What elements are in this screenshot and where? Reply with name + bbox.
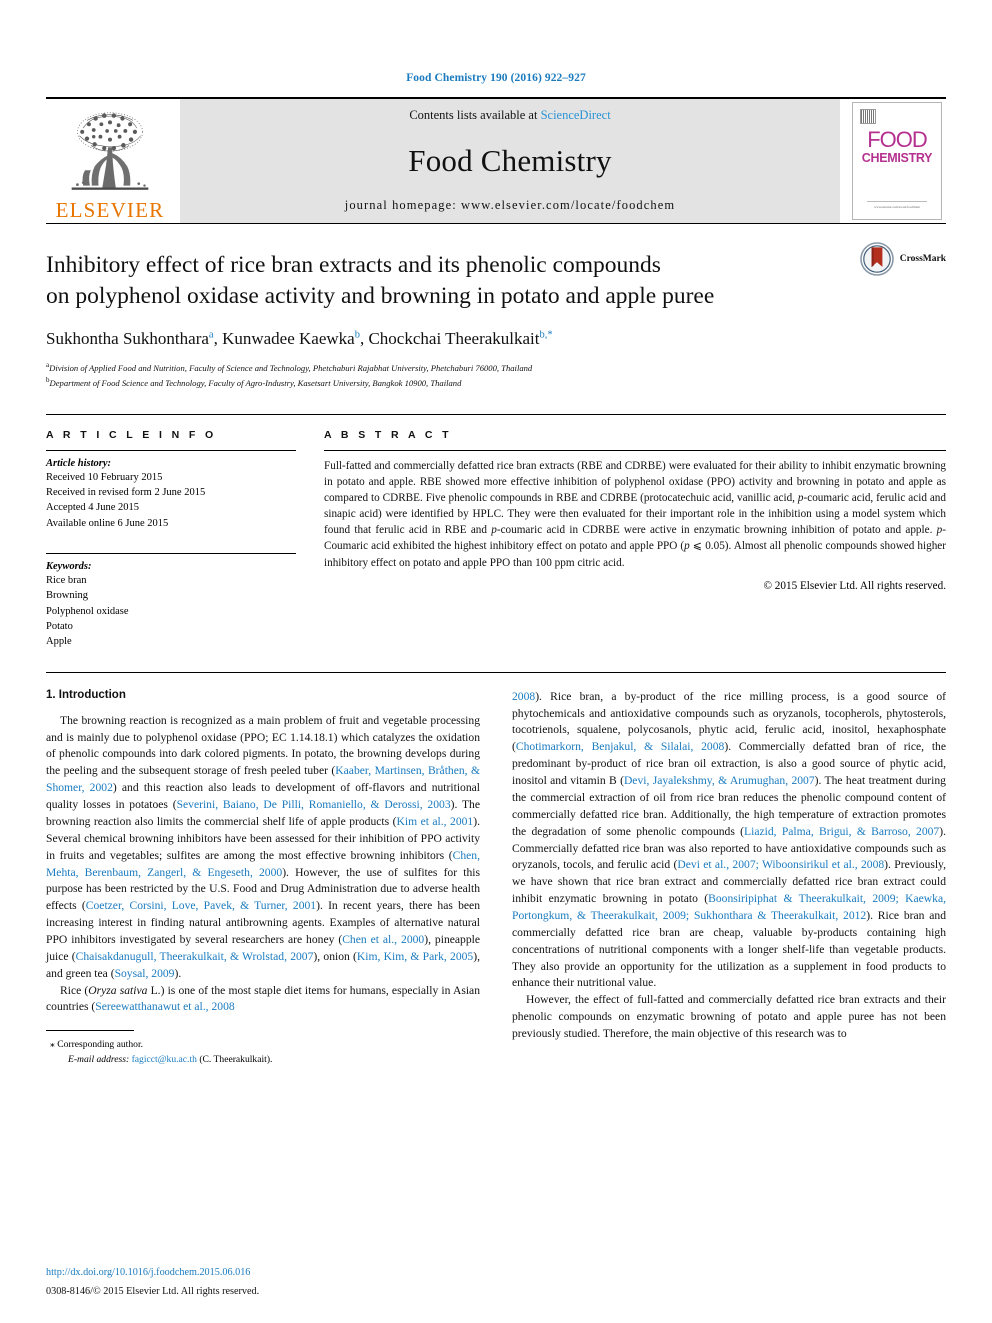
affiliation-text: Division of Applied Food and Nutrition, … <box>49 362 533 373</box>
elsevier-wordmark: ELSEVIER <box>55 198 165 222</box>
page-title: Inhibitory effect of rice bran extracts … <box>46 250 781 313</box>
footnote-rule <box>46 1030 134 1032</box>
citation-link[interactable]: Severini, Baiano, De Pilli, Romaniello, … <box>177 798 451 811</box>
para-seg: However, the effect of full-fatted and c… <box>512 993 946 1040</box>
affiliation-text: Department of Food Science and Technolog… <box>49 377 462 388</box>
author-affiliation-mark: b,* <box>539 329 553 341</box>
article-info-rule <box>46 449 296 451</box>
paragraph: 2008). Rice bran, a by-product of the ri… <box>512 689 946 992</box>
email-note: E-mail address: fagicct@ku.ac.th (C. The… <box>46 1053 480 1067</box>
cover-footer-text: www.elsevier.com/locate/foodchem <box>867 201 927 210</box>
affiliation-item: aDivision of Applied Food and Nutrition,… <box>46 360 946 375</box>
keywords-title: Keywords: <box>46 561 92 573</box>
cover-box: FOOD CHEMISTRY www.elsevier.com/locate/f… <box>852 102 942 220</box>
history-item: Available online 6 June 2015 <box>46 517 169 529</box>
journal-homepage-link[interactable]: journal homepage: www.elsevier.com/locat… <box>345 198 675 213</box>
body-columns: 1. Introduction The browning reaction is… <box>46 673 946 1067</box>
doi-link[interactable]: http://dx.doi.org/10.1016/j.foodchem.201… <box>46 1266 466 1280</box>
keyword-item: Rice bran <box>46 575 87 587</box>
citation-link[interactable]: Liazid, Palma, Brigui, & Barroso, 2007 <box>744 825 939 838</box>
journal-masthead: ELSEVIER Contents lists available at Sci… <box>46 97 946 223</box>
keywords-rule <box>46 553 296 555</box>
corresponding-author-note: ⁎ Corresponding author. <box>46 1038 480 1052</box>
article-page: Food Chemistry 190 (2016) 922–927 ELSEVI… <box>0 0 992 1323</box>
email-owner: (C. Theerakulkait). <box>199 1053 273 1065</box>
journal-cover-thumbnail[interactable]: FOOD CHEMISTRY www.elsevier.com/locate/f… <box>848 99 946 223</box>
para-seg: Rice ( <box>60 983 89 997</box>
citation-link[interactable]: Kim, Kim, & Park, 2005 <box>357 950 473 963</box>
article-info-heading: A R T I C L E I N F O <box>46 428 217 441</box>
contents-available-line: Contents lists available at ScienceDirec… <box>409 108 610 123</box>
citation-link[interactable]: Chen et al., 2000 <box>342 933 424 946</box>
citation-link[interactable]: Soysal, 2009 <box>115 967 175 980</box>
body-column-left: 1. Introduction The browning reaction is… <box>46 689 480 1067</box>
citation-link[interactable]: 2008 <box>512 690 535 703</box>
history-item: Received in revised form 2 June 2015 <box>46 487 206 499</box>
keyword-item: Potato <box>46 621 73 633</box>
history-item: Accepted 4 June 2015 <box>46 502 140 514</box>
history-item: Received 10 February 2015 <box>46 471 163 483</box>
elsevier-logo: ELSEVIER <box>46 99 174 223</box>
species-name: Oryza sativa <box>88 983 148 997</box>
info-abstract-region: A R T I C L E I N F O Article history: R… <box>46 413 946 650</box>
abstract-heading: A B S T R A C T <box>324 428 452 441</box>
paragraph: The browning reaction is recognized as a… <box>46 713 480 983</box>
title-line-2: on polyphenol oxidase activity and brown… <box>46 283 715 310</box>
author-name[interactable]: Chockchai Theerakulkait <box>368 329 539 348</box>
citation-link[interactable]: Chaisakdanugull, Theerakulkait, & Wrolst… <box>76 950 314 963</box>
citation-link[interactable]: Sereewatthanawut et al., 2008 <box>95 1000 234 1013</box>
citation-link[interactable]: Coetzer, Corsini, Love, Pavek, & Turner,… <box>86 899 316 912</box>
abstract-column: A B S T R A C T Full-fatted and commerci… <box>324 429 946 650</box>
footnote-mark: ⁎ <box>50 1039 55 1051</box>
keyword-item: Apple <box>46 636 72 648</box>
para-seg: ). <box>174 966 182 980</box>
keyword-item: Polyphenol oxidase <box>46 605 129 617</box>
issn-copyright-line: 0308-8146/© 2015 Elsevier Ltd. All right… <box>46 1285 260 1297</box>
elsevier-tree-icon <box>71 112 149 190</box>
footnote-text: Corresponding author. <box>57 1039 144 1051</box>
citation-link[interactable]: Kim et al., 2001 <box>396 815 473 828</box>
crossmark-label: CrossMark <box>899 254 946 264</box>
citation-link[interactable]: Devi, Jayalekshmy, & Arumughan, 2007 <box>624 774 815 787</box>
cover-title-chemistry: CHEMISTRY <box>861 151 933 165</box>
keyword-item: Browning <box>46 590 88 602</box>
affiliation-list: aDivision of Applied Food and Nutrition,… <box>46 360 946 390</box>
email-label: E-mail address: <box>68 1053 130 1065</box>
footer-identifiers: http://dx.doi.org/10.1016/j.foodchem.201… <box>46 1266 466 1299</box>
article-info-column: A R T I C L E I N F O Article history: R… <box>46 429 296 650</box>
abstract-copyright: © 2015 Elsevier Ltd. All rights reserved… <box>763 579 947 592</box>
email-link[interactable]: fagicct@ku.ac.th <box>132 1054 197 1065</box>
footnote-block: ⁎ Corresponding author. E-mail address: … <box>46 1030 480 1067</box>
author-name[interactable]: Kunwadee Kaewka <box>222 329 355 348</box>
cover-title-food: FOOD <box>867 127 928 152</box>
citation-link[interactable]: Devi et al., 2007; Wiboonsirikul et al.,… <box>677 858 884 871</box>
abstract-seg: -coumaric acid in CDRBE were active in e… <box>496 524 937 537</box>
crossmark-icon <box>859 242 894 276</box>
journal-title: Food Chemistry <box>408 142 612 178</box>
author-affiliation-mark: a <box>208 329 214 341</box>
abstract-text: Full-fatted and commercially defatted ri… <box>324 458 946 571</box>
title-line-1: Inhibitory effect of rice bran extracts … <box>46 252 661 278</box>
sciencedirect-link[interactable]: ScienceDirect <box>541 108 611 122</box>
affiliation-item: bDepartment of Food Science and Technolo… <box>46 375 946 390</box>
author-name[interactable]: Sukhontha Sukhonthara <box>46 329 209 348</box>
abstract-rule <box>324 449 946 451</box>
body-column-right: 2008). Rice bran, a by-product of the ri… <box>512 689 946 1067</box>
section-heading-introduction: 1. Introduction <box>46 688 126 701</box>
para-seg: ), onion ( <box>313 949 357 963</box>
article-history-title: Article history: <box>46 457 112 469</box>
citation-link[interactable]: Chotimarkorn, Benjakul, & Silalai, 2008 <box>516 740 724 753</box>
author-affiliation-mark: b <box>354 329 360 341</box>
crossmark-badge[interactable]: CrossMark <box>859 242 946 276</box>
title-block: CrossMark Inhibitory effect of rice bran… <box>46 224 946 390</box>
journal-band: Contents lists available at ScienceDirec… <box>180 99 840 223</box>
contents-prefix: Contents lists available at <box>409 108 541 122</box>
cover-mini-logo-icon <box>860 109 876 124</box>
author-list: Sukhontha Sukhontharaa, Kunwadee Kaewkab… <box>46 328 553 348</box>
paragraph: Rice (Oryza sativa L.) is one of the mos… <box>46 983 480 1017</box>
paragraph: However, the effect of full-fatted and c… <box>512 992 946 1043</box>
keywords-block: Keywords: Rice bran Browning Polyphenol … <box>46 553 296 650</box>
running-head: Food Chemistry 190 (2016) 922–927 <box>406 72 586 84</box>
